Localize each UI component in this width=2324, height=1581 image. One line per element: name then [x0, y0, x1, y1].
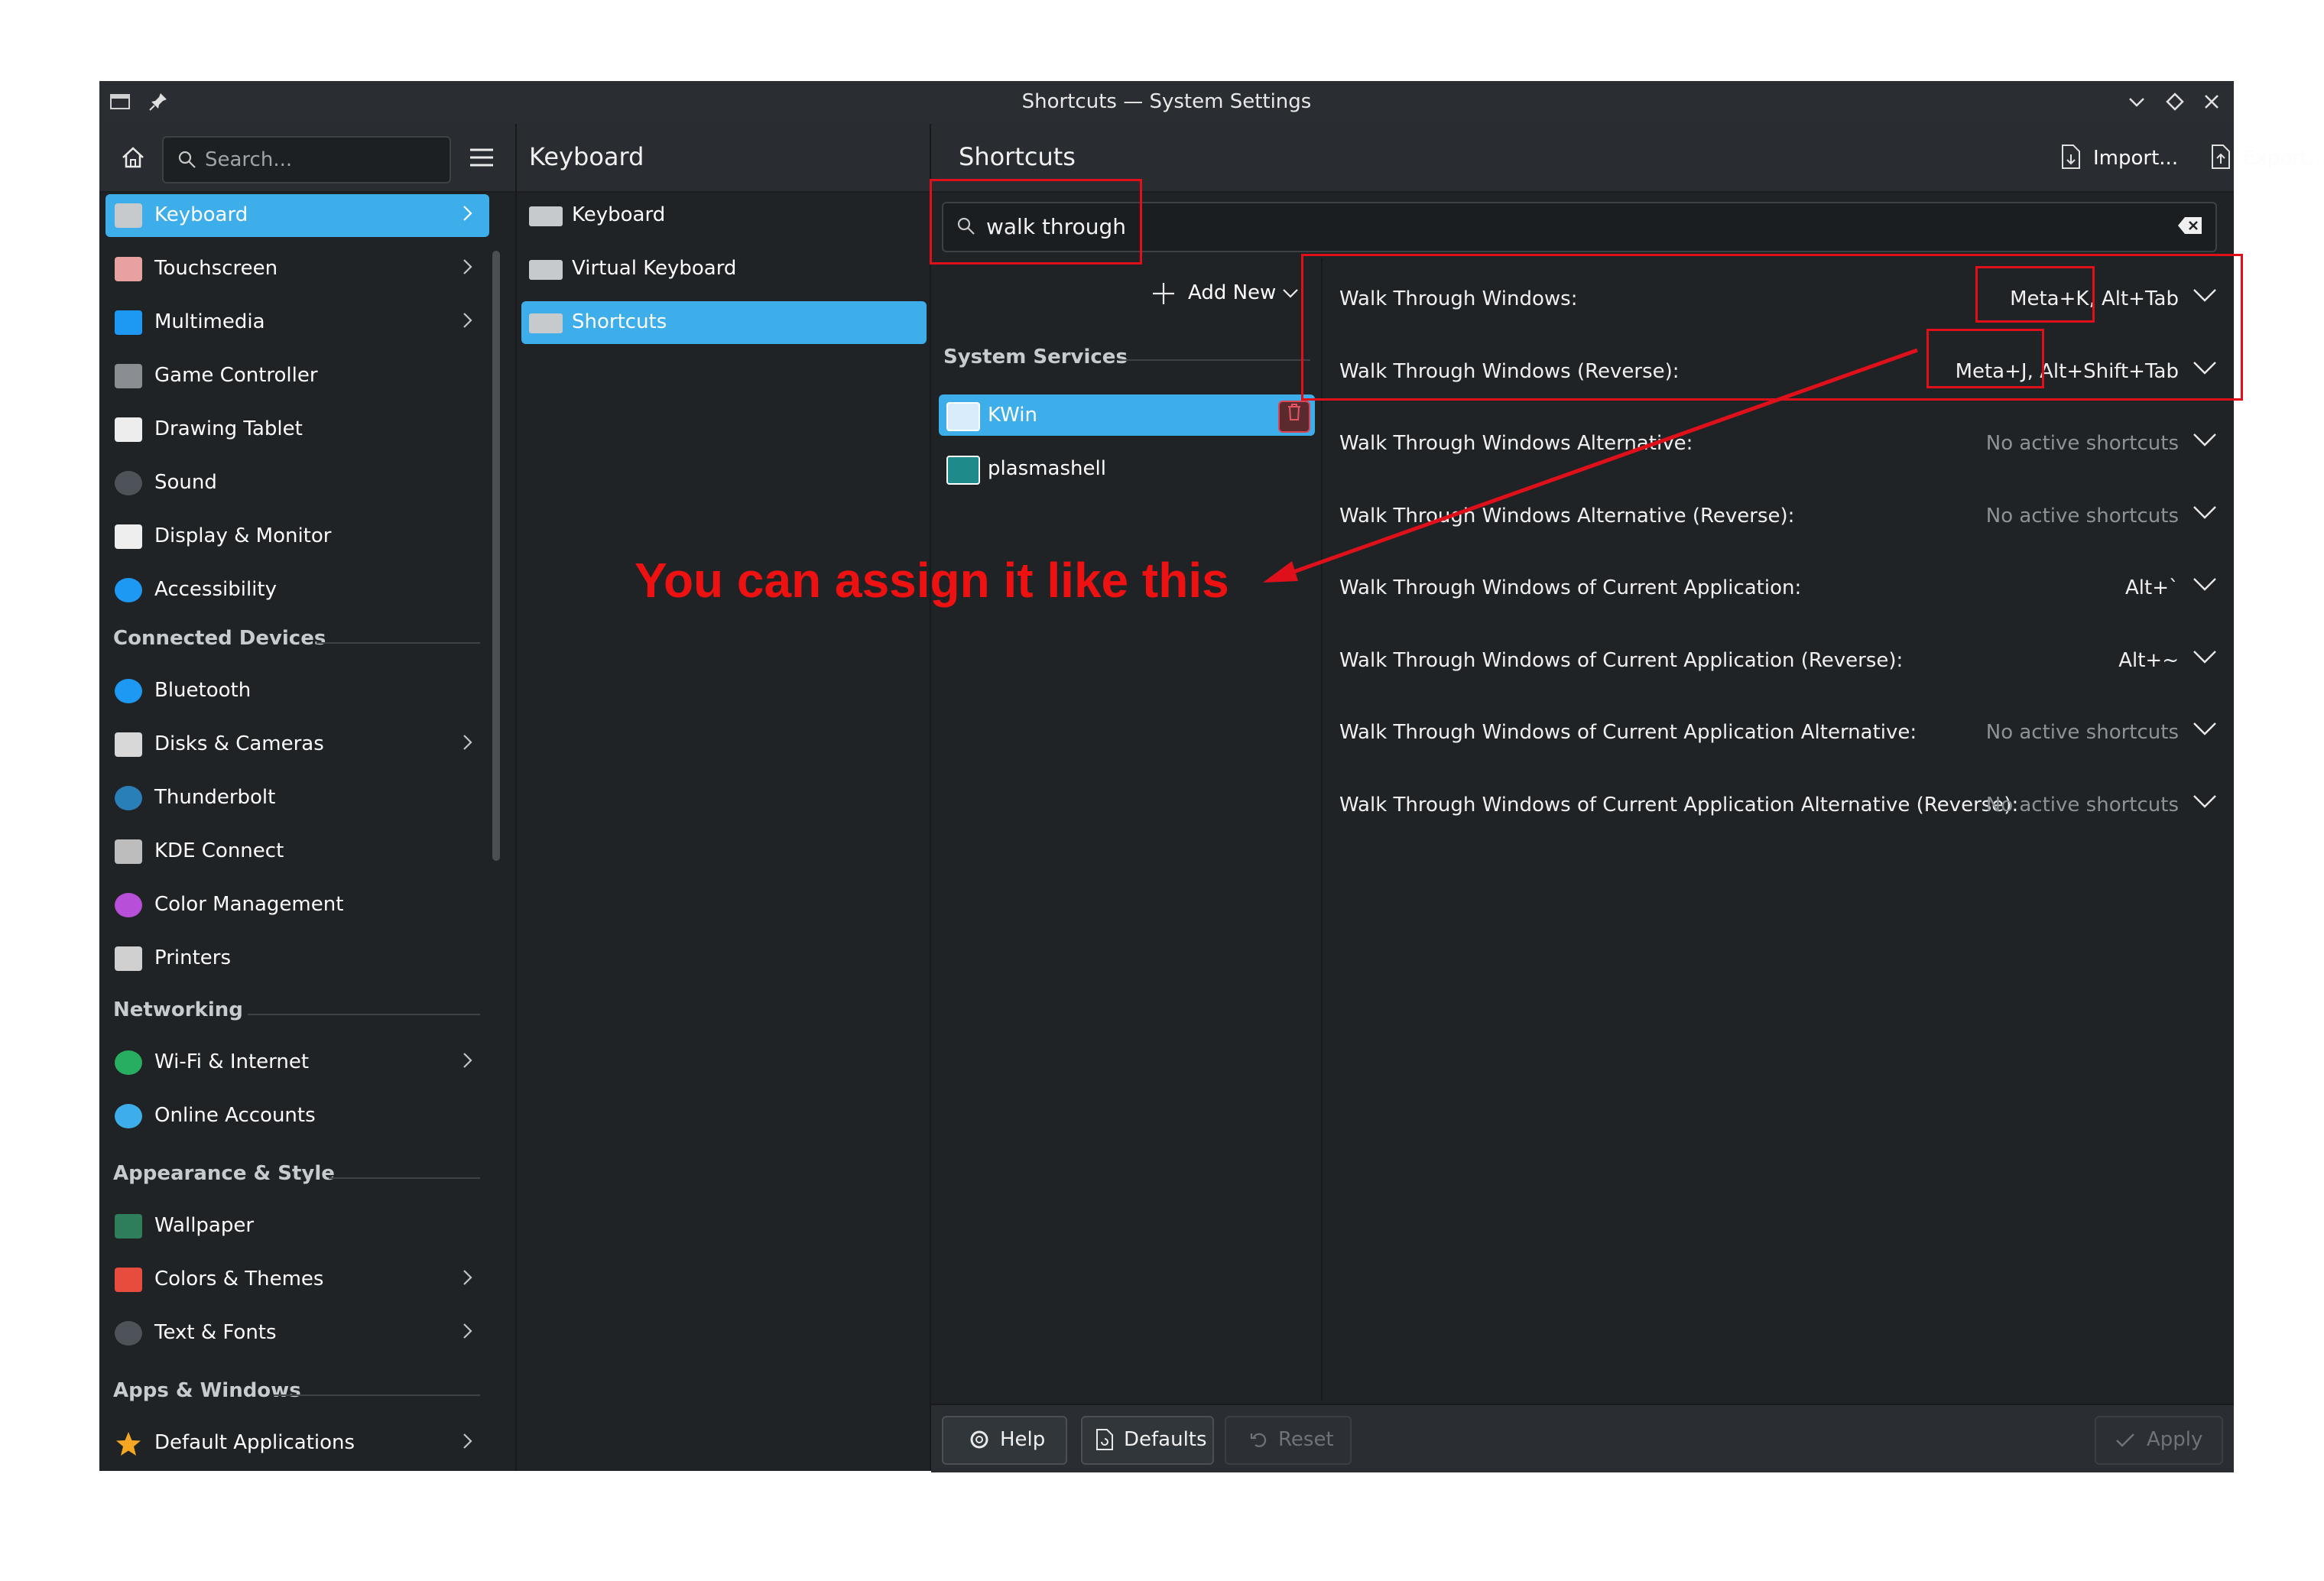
annotation-arrow: [1263, 348, 1918, 583]
annotation-text: You can assign it like this: [635, 553, 1229, 608]
